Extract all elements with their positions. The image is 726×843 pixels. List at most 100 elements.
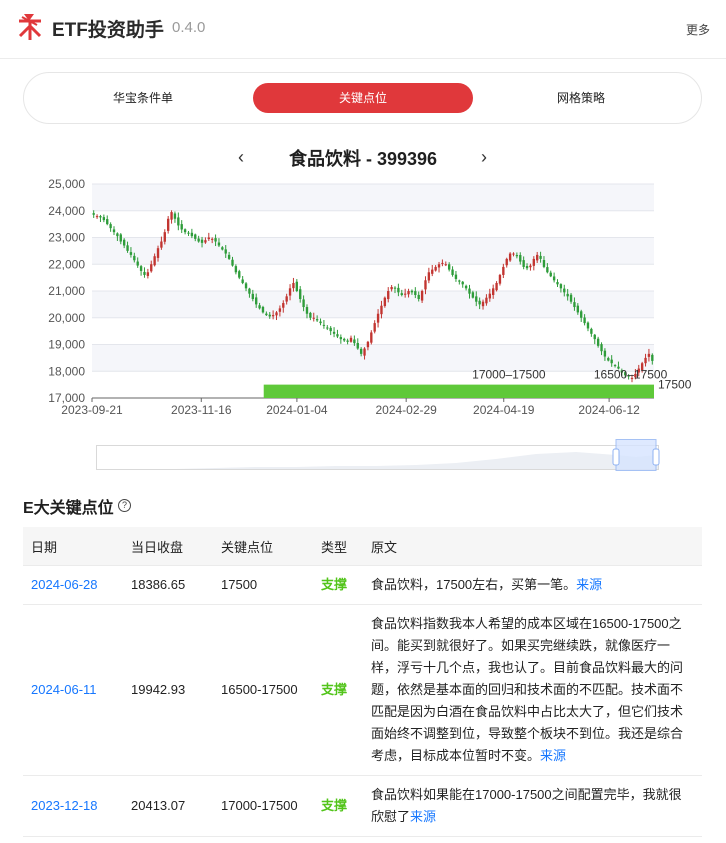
candle-body <box>133 255 136 261</box>
candle-body <box>217 242 221 246</box>
row-close: 19942.93 <box>123 604 213 776</box>
candle-body <box>265 313 268 316</box>
candle-body <box>651 354 654 361</box>
candle-body <box>150 264 153 272</box>
candle-body <box>498 274 502 284</box>
candle-body <box>146 272 150 276</box>
row-level: 17000-17500 <box>213 775 313 837</box>
candle-body <box>109 224 112 229</box>
app-logo-icon <box>18 14 42 40</box>
candle-body <box>285 296 288 302</box>
tab-key-levels[interactable]: 关键点位 <box>253 83 473 113</box>
candle-body <box>434 266 437 271</box>
chart-zoom-slider[interactable] <box>96 439 660 471</box>
row-date[interactable]: 2024-06-28 <box>23 565 123 605</box>
candle-body <box>268 314 271 317</box>
row-text-content: 食品饮料，17500左右，买第一笔。 <box>371 577 577 592</box>
candle-body <box>363 348 366 356</box>
candle-body <box>603 350 607 357</box>
candle-body <box>129 252 133 255</box>
candle-body <box>221 247 224 250</box>
candle-body <box>471 292 475 298</box>
x-tick-label: 2024-04-19 <box>473 403 535 417</box>
candle-body <box>204 240 207 243</box>
source-link[interactable]: 来源 <box>540 748 566 763</box>
candle-body <box>299 289 302 300</box>
row-text: 食品饮料指数我本人希望的成本区域在16500-17500之间。能买到就很好了。如… <box>363 604 702 776</box>
candle-body <box>102 217 106 221</box>
candle-body <box>359 348 363 354</box>
y-tick-label: 19,000 <box>48 338 85 352</box>
candle-body <box>92 213 95 215</box>
y-tick-label: 23,000 <box>48 231 85 245</box>
y-tick-label: 22,000 <box>48 257 85 271</box>
grid-band <box>92 210 654 238</box>
table-row: 2024-06-11 19942.93 16500-17500 支撑 食品饮料指… <box>23 604 702 776</box>
candle-body <box>95 216 99 218</box>
candle-body <box>380 305 383 315</box>
candle-body <box>519 255 522 262</box>
more-button[interactable]: 更多 <box>686 21 710 38</box>
x-tick-label: 2023-11-16 <box>171 403 232 417</box>
candle-body <box>197 238 200 242</box>
tab-grid-strategy[interactable]: 网格策略 <box>471 83 691 113</box>
candle-body <box>349 337 353 342</box>
candle-body <box>116 233 119 237</box>
candle-body <box>295 281 299 291</box>
candle-body <box>200 239 204 243</box>
candle-body <box>461 281 464 285</box>
x-tick-label: 2024-01-04 <box>266 403 328 417</box>
candle-body <box>536 254 539 261</box>
candle-body <box>573 302 576 308</box>
candle-body <box>255 297 258 305</box>
x-tick-label: 2023-09-21 <box>61 403 123 417</box>
candle-body <box>512 253 515 255</box>
zoom-handle-right[interactable] <box>652 448 660 466</box>
source-link[interactable]: 来源 <box>410 809 436 824</box>
candle-body <box>160 241 163 248</box>
candle-body <box>563 288 566 293</box>
zoom-handle-left[interactable] <box>612 448 620 466</box>
source-link[interactable]: 来源 <box>576 577 602 592</box>
x-tick-label: 2024-06-12 <box>578 403 640 417</box>
candle-body <box>177 217 180 226</box>
question-circle-icon[interactable]: ? <box>118 499 131 512</box>
candle-body <box>190 232 194 237</box>
line-label-17500: 17500 <box>658 378 692 392</box>
candle-body <box>366 341 370 348</box>
candle-body <box>319 321 322 324</box>
candle-body <box>261 306 265 313</box>
candle-body <box>478 300 481 305</box>
app-title: ETF投资助手 <box>52 20 164 41</box>
candle-body <box>173 213 177 219</box>
candle-body <box>248 288 251 294</box>
candle-body <box>447 264 451 270</box>
row-text: 食品饮料如果能在17000-17500之间配置完毕，我就很欣慰了来源 <box>363 775 702 837</box>
candle-body <box>417 294 420 300</box>
y-tick-label: 20,000 <box>48 311 85 325</box>
candle-body <box>644 357 647 364</box>
candle-body <box>187 232 190 234</box>
grid-band <box>92 317 654 345</box>
candle-body <box>414 291 417 296</box>
candlestick-chart: 25,000 24,000 23,000 22,000 21,000 20,000 19,0… <box>48 177 692 417</box>
tab-huabao-conditional-order[interactable]: 华宝条件单 <box>33 83 253 113</box>
column-header-date: 日期 <box>23 527 123 566</box>
candle-body <box>292 282 295 289</box>
candle-body <box>153 256 156 266</box>
column-header-text: 原文 <box>363 527 702 566</box>
candle-body <box>546 267 549 273</box>
candle-body <box>336 334 339 337</box>
candle-body <box>390 286 393 290</box>
zoom-window[interactable] <box>615 439 657 471</box>
row-close: 18386.65 <box>123 565 213 605</box>
candle-body <box>282 303 285 308</box>
row-date[interactable]: 2023-12-18 <box>23 775 123 837</box>
candle-body <box>495 282 498 291</box>
row-date[interactable]: 2024-06-11 <box>23 604 123 776</box>
candle-body <box>607 358 610 361</box>
candle-body <box>583 317 586 324</box>
chevron-right-icon[interactable]: › <box>474 145 494 169</box>
row-close: 20413.07 <box>123 775 213 837</box>
candle-body <box>566 293 569 297</box>
